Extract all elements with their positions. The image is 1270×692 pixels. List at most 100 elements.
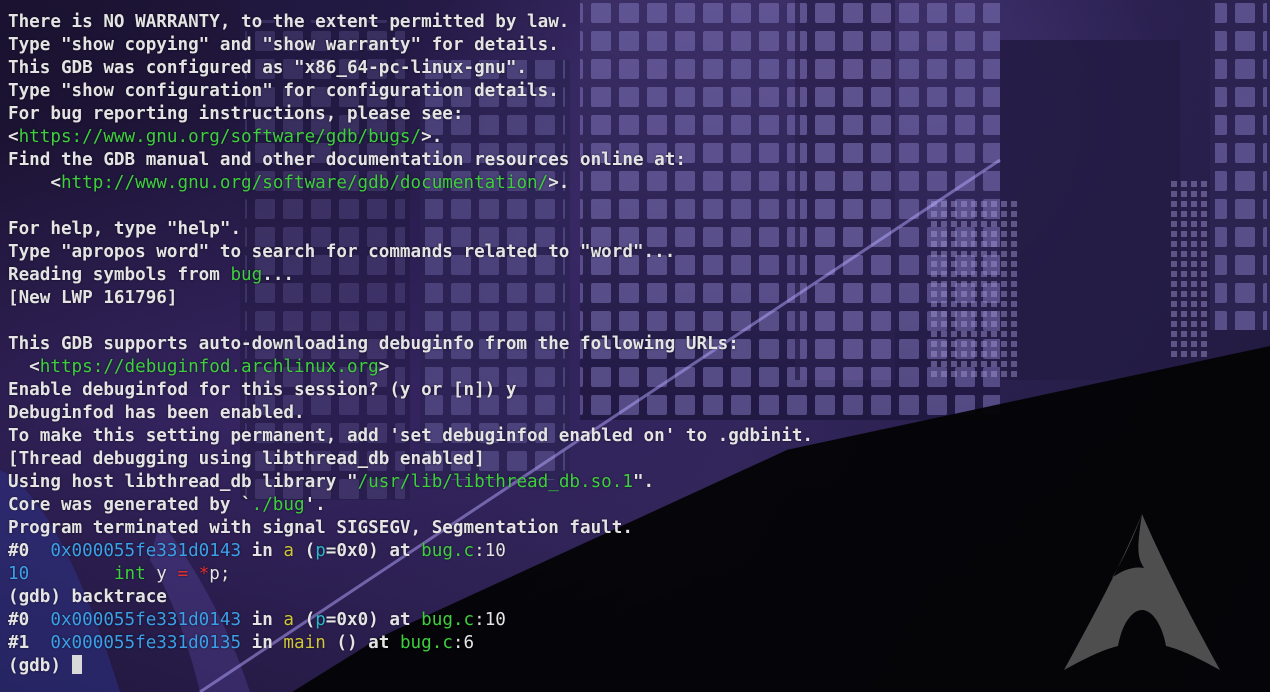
terminal-line: Type "apropos word" to search for comman…	[8, 241, 813, 264]
terminal-text: For bug reporting instructions, please s…	[8, 104, 464, 125]
terminal-line: Enable debuginfod for this session? (y o…	[8, 379, 813, 402]
terminal-text: Type "apropos word" to search for comman…	[8, 242, 676, 263]
terminal-line: (gdb) backtrace	[8, 586, 813, 609]
terminal-line: This GDB was configured as "x86_64-pc-li…	[8, 57, 813, 80]
terminal-link[interactable]: https://www.gnu.org/software/gdb/bugs/	[19, 127, 422, 147]
terminal-line: This GDB supports auto-downloading debug…	[8, 333, 813, 356]
terminal-text: <	[8, 357, 40, 378]
terminal-text: To make this setting permanent, add 'set…	[8, 426, 814, 447]
terminal-line: #0 0x000055fe331d0143 in a (p=0x0) at bu…	[8, 609, 813, 632]
terminal-line: <http://www.gnu.org/software/gdb/documen…	[8, 172, 813, 195]
terminal-text: in	[241, 633, 284, 654]
terminal-text: #0	[8, 541, 51, 562]
terminal-line: #0 0x000055fe331d0143 in a (p=0x0) at bu…	[8, 540, 813, 563]
terminal-text: There is NO WARRANTY, to the extent perm…	[8, 12, 570, 32]
terminal-text: (	[294, 610, 316, 631]
terminal-line: To make this setting permanent, add 'set…	[8, 425, 813, 448]
terminal-text: Enable debuginfod for this session? (y o…	[8, 380, 517, 401]
terminal-text: #0	[8, 610, 51, 631]
terminal-window[interactable]: There is NO WARRANTY, to the extent perm…	[0, 0, 1270, 692]
terminal-text: bug	[230, 265, 263, 286]
terminal-text: bug.c	[399, 633, 453, 654]
terminal-line: Using host libthread_db library "/usr/li…	[8, 471, 813, 494]
terminal-text: :6	[452, 633, 475, 654]
terminal-text: >.	[548, 173, 570, 194]
terminal-text: Core was generated by `	[8, 495, 252, 516]
terminal-text: 0x000055fe331d0143	[50, 610, 242, 631]
terminal-text: a	[283, 541, 295, 562]
terminal-text: (	[294, 541, 316, 562]
terminal-text: int	[113, 564, 146, 585]
terminal-line: 10 int y = *p;	[8, 563, 813, 586]
terminal-link[interactable]: https://debuginfod.archlinux.org	[40, 357, 379, 377]
terminal-line: There is NO WARRANTY, to the extent perm…	[8, 11, 813, 34]
text-cursor	[71, 655, 82, 675]
terminal-output[interactable]: There is NO WARRANTY, to the extent perm…	[8, 11, 813, 678]
terminal-text: main	[283, 633, 326, 654]
terminal-text: p	[315, 541, 326, 562]
terminal-text: /usr/lib/libthread_db.so.1	[357, 472, 633, 493]
terminal-text: () at	[325, 633, 400, 654]
terminal-text: #1	[8, 633, 51, 654]
terminal-text: <	[8, 173, 61, 194]
terminal-text: >	[378, 357, 390, 378]
terminal-line: Find the GDB manual and other documentat…	[8, 149, 813, 172]
terminal-text: Reading symbols from	[8, 265, 231, 286]
terminal-text: in	[241, 610, 284, 631]
terminal-text: Program terminated with signal SIGSEGV, …	[8, 518, 633, 539]
terminal-line: [New LWP 161796]	[8, 287, 813, 310]
terminal-line: #1 0x000055fe331d0135 in main () at bug.…	[8, 632, 813, 655]
terminal-text: ".	[632, 472, 655, 493]
terminal-text: <	[8, 127, 19, 148]
terminal-line: Type "show configuration" for configurat…	[8, 80, 813, 103]
terminal-text: Find the GDB manual and other documentat…	[8, 150, 686, 171]
terminal-line: [Thread debugging using libthread_db ena…	[8, 448, 813, 471]
terminal-text: For help, type "help".	[8, 219, 242, 240]
terminal-text: bug.c	[421, 541, 475, 562]
terminal-text: =	[177, 564, 189, 585]
terminal-text: This GDB was configured as "x86_64-pc-li…	[8, 58, 528, 79]
terminal-text: *	[198, 564, 210, 585]
terminal-text: This GDB supports auto-downloading debug…	[8, 334, 739, 355]
terminal-link[interactable]: http://www.gnu.org/software/gdb/document…	[61, 173, 548, 193]
terminal-text: =0x0) at	[325, 610, 422, 631]
terminal-line: Program terminated with signal SIGSEGV, …	[8, 517, 813, 540]
terminal-text: p;	[209, 564, 231, 585]
terminal-line: Reading symbols from bug...	[8, 264, 813, 287]
terminal-text: (gdb) backtrace	[8, 587, 167, 608]
terminal-text: ./bug	[251, 495, 305, 516]
terminal-text: [Thread debugging using libthread_db ena…	[8, 449, 485, 470]
arch-linux-logo-icon	[1064, 514, 1220, 670]
terminal-line: Core was generated by `./bug'.	[8, 494, 813, 517]
terminal-text: :10	[474, 610, 506, 631]
terminal-line: For help, type "help".	[8, 218, 813, 241]
terminal-text: y	[145, 564, 178, 585]
terminal-text: 10	[8, 564, 30, 585]
gdb-prompt-line[interactable]: (gdb)	[8, 655, 82, 677]
terminal-text: bug.c	[421, 610, 475, 631]
terminal-text: '.	[304, 495, 326, 516]
terminal-text: [New LWP 161796]	[8, 288, 178, 309]
terminal-text: Type "show configuration" for configurat…	[8, 81, 559, 102]
terminal-text: Debuginfod has been enabled.	[8, 403, 305, 424]
terminal-text: 0x000055fe331d0143	[50, 541, 242, 562]
terminal-text: p	[315, 610, 326, 631]
terminal-line: Debuginfod has been enabled.	[8, 402, 813, 425]
terminal-text: >.	[421, 127, 443, 148]
terminal-line: For bug reporting instructions, please s…	[8, 103, 813, 126]
terminal-text: ...	[262, 265, 295, 286]
terminal-line: <https://debuginfod.archlinux.org>	[8, 356, 813, 379]
terminal-line: Type "show copying" and "show warranty" …	[8, 34, 813, 57]
terminal-text: :10	[474, 541, 506, 562]
terminal-text: in	[241, 541, 284, 562]
terminal-line: <https://www.gnu.org/software/gdb/bugs/>…	[8, 126, 813, 149]
gdb-prompt: (gdb)	[8, 656, 72, 677]
terminal-text: =0x0) at	[325, 541, 422, 562]
terminal-text: 0x000055fe331d0135	[50, 633, 242, 654]
terminal-text: Type "show copying" and "show warranty" …	[8, 35, 559, 56]
terminal-text: a	[283, 610, 295, 631]
